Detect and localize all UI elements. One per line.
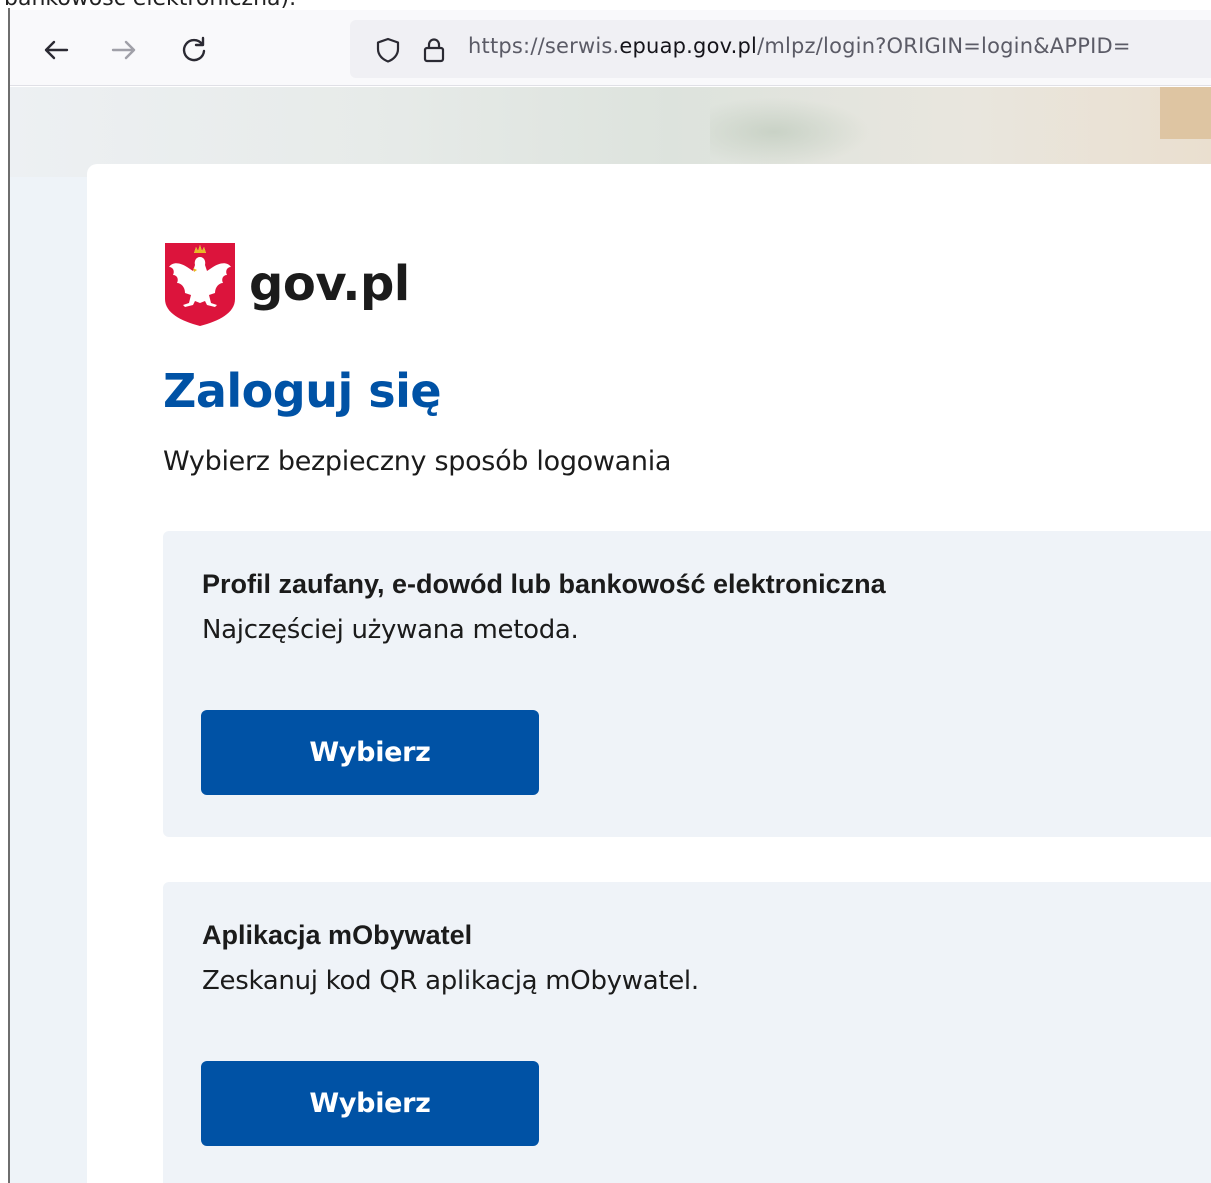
page-title: Zaloguj się xyxy=(163,364,442,418)
option-title: Profil zaufany, e-dowód lub bankowość el… xyxy=(202,569,886,599)
option-description: Najczęściej używana metoda. xyxy=(202,615,579,645)
shield-icon[interactable] xyxy=(374,36,402,64)
gov-logo[interactable]: gov.pl xyxy=(163,241,410,327)
polish-eagle-emblem xyxy=(165,243,235,326)
logo-text: gov.pl xyxy=(249,256,410,312)
back-button[interactable] xyxy=(34,28,78,72)
login-option-trusted-profile: Profil zaufany, e-dowód lub bankowość el… xyxy=(163,531,1211,837)
forward-button[interactable] xyxy=(102,28,146,72)
lock-icon[interactable] xyxy=(420,36,448,64)
hero-decoration xyxy=(1160,87,1211,139)
page-subtitle: Wybierz bezpieczny sposób logowania xyxy=(163,446,672,477)
browser-toolbar: https://serwis.epuap.gov.pl/mlpz/login?O… xyxy=(10,10,1211,86)
url-text[interactable]: https://serwis.epuap.gov.pl/mlpz/login?O… xyxy=(468,34,1131,58)
url-path: /mlpz/login?ORIGIN=login&APPID= xyxy=(757,34,1131,58)
login-option-mobywatel: Aplikacja mObywatel Zeskanuj kod QR apli… xyxy=(163,882,1211,1183)
url-prefix: https://serwis. xyxy=(468,34,620,58)
url-host: epuap.gov.pl xyxy=(619,34,758,58)
reload-button[interactable] xyxy=(172,28,216,72)
forward-arrow-icon xyxy=(111,40,136,60)
reload-icon xyxy=(182,36,206,62)
choose-mobywatel-button[interactable]: Wybierz xyxy=(201,1061,539,1146)
option-title: Aplikacja mObywatel xyxy=(202,920,473,950)
choose-trusted-profile-button[interactable]: Wybierz xyxy=(201,710,539,795)
back-arrow-icon xyxy=(44,40,69,60)
hero-decoration xyxy=(710,97,870,167)
page-content: gov.pl Zaloguj się Wybierz bezpieczny sp… xyxy=(10,87,1211,1183)
address-bar[interactable]: https://serwis.epuap.gov.pl/mlpz/login?O… xyxy=(350,20,1211,78)
option-description: Zeskanuj kod QR aplikacją mObywatel. xyxy=(202,966,699,996)
login-card: gov.pl Zaloguj się Wybierz bezpieczny sp… xyxy=(87,164,1211,1183)
